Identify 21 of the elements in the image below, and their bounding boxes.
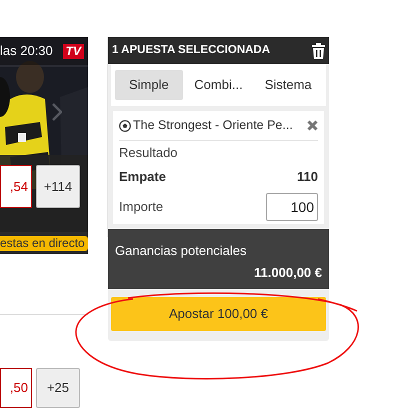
stake-input[interactable]: 100: [266, 192, 318, 220]
close-icon[interactable]: [307, 120, 318, 131]
start-time: las 20:30: [0, 42, 53, 60]
more-markets-button[interactable]: +114: [36, 165, 80, 208]
chevron-right-icon[interactable]: [52, 103, 62, 121]
winnings-label: Ganancias potenciales: [115, 242, 248, 260]
selection-name: Empate: [119, 168, 166, 186]
betslip-title: 1 APUESTA SELECCIONADA: [112, 42, 270, 58]
football-icon: [119, 120, 131, 132]
event-name: The Strongest - Oriente Pe...: [133, 117, 293, 134]
more-markets-button[interactable]: +25: [36, 368, 80, 408]
bet-odds: 110: [297, 168, 318, 186]
winnings-amount: 11.000,00 €: [254, 264, 322, 282]
live-badge: estas en directo: [0, 236, 88, 250]
market-label: Resultado: [119, 144, 178, 162]
place-bet-button[interactable]: Apostar 100,00 €: [111, 297, 326, 331]
betslip-tab[interactable]: Simple: [115, 70, 183, 100]
odds-button[interactable]: ,54: [0, 165, 32, 208]
trash-icon[interactable]: [312, 42, 325, 58]
stake-label: Importe: [119, 198, 164, 216]
odds-button[interactable]: ,50: [0, 368, 32, 408]
